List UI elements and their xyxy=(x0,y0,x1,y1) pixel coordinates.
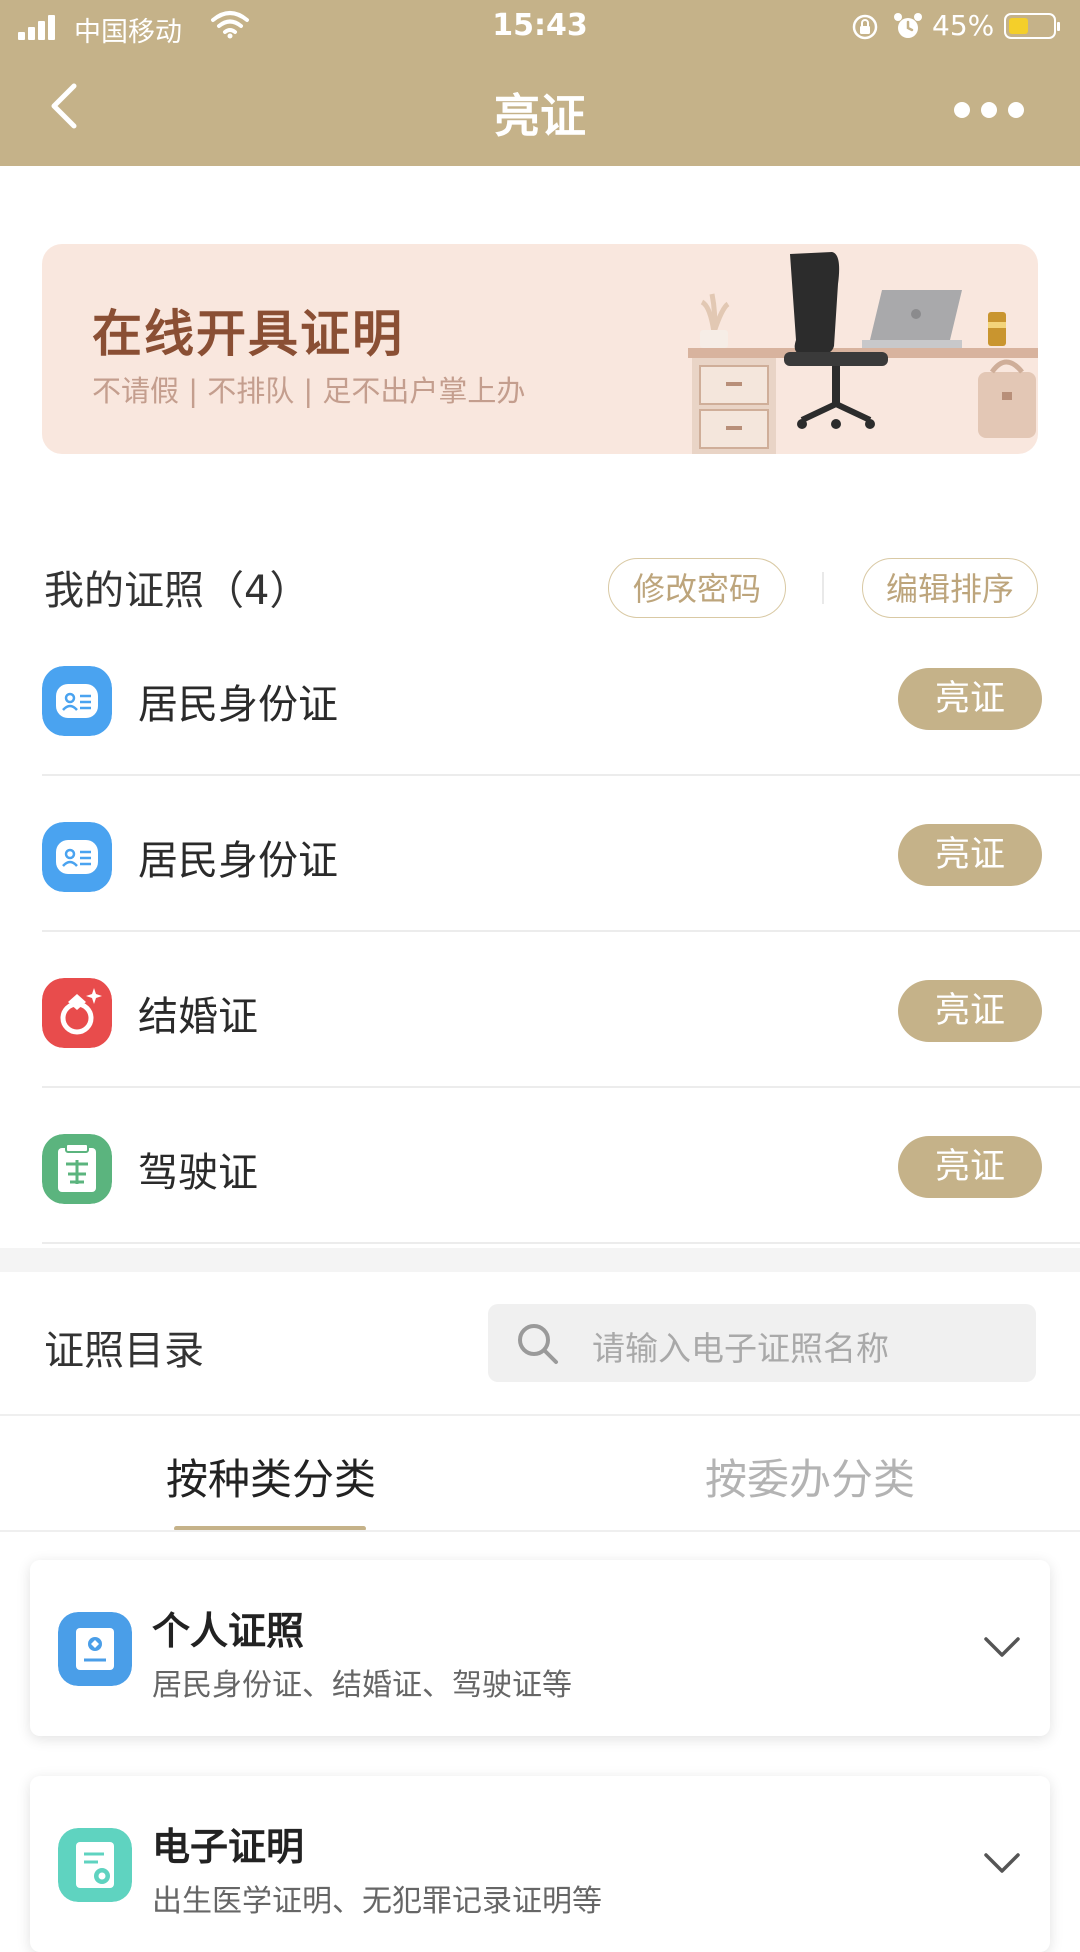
category-title: 个人证照 xyxy=(152,1609,305,1653)
chevron-down-icon[interactable] xyxy=(982,1634,1022,1660)
category-description: 居民身份证、结婚证、驾驶证等 xyxy=(152,1668,572,1703)
search-icon xyxy=(518,1324,558,1364)
divider xyxy=(822,572,824,604)
category-card-personal[interactable]: 个人证照 居民身份证、结婚证、驾驶证等 xyxy=(30,1560,1050,1736)
battery-icon xyxy=(1004,13,1060,39)
alarm-icon xyxy=(894,13,922,38)
marriage-certificate-icon xyxy=(42,978,112,1048)
driving-license-icon xyxy=(42,1134,112,1204)
page-title: 亮证 xyxy=(494,89,586,143)
category-title: 电子证明 xyxy=(152,1825,305,1869)
id-card-icon xyxy=(42,666,112,736)
banner-title: 在线开具证明 xyxy=(92,305,404,363)
license-name: 居民身份证 xyxy=(138,682,338,728)
catalog-title: 证照目录 xyxy=(44,1328,204,1374)
chevron-down-icon[interactable] xyxy=(982,1850,1022,1876)
battery-percent: 45% xyxy=(932,9,995,42)
online-certificate-banner[interactable]: 在线开具证明 不请假 | 不排队 | 足不出户掌上办 xyxy=(42,244,1038,454)
search-input[interactable]: 请输入电子证照名称 xyxy=(488,1304,1036,1382)
personal-license-icon xyxy=(58,1612,132,1686)
banner-subtitle: 不请假 | 不排队 | 足不出户掌上办 xyxy=(92,374,526,408)
category-description: 出生医学证明、无犯罪记录证明等 xyxy=(152,1884,602,1919)
show-license-button[interactable]: 亮证 xyxy=(898,824,1042,886)
office-desk-illustration xyxy=(688,252,1038,454)
license-row-id-card-1[interactable]: 居民身份证 亮证 xyxy=(42,620,1080,776)
license-row-marriage[interactable]: 结婚证 亮证 xyxy=(42,932,1080,1088)
edit-order-button[interactable]: 编辑排序 xyxy=(862,558,1038,618)
more-button[interactable] xyxy=(954,102,1024,118)
license-name: 驾驶证 xyxy=(138,1150,258,1196)
license-row-id-card-2[interactable]: 居民身份证 亮证 xyxy=(42,776,1080,932)
top-bar: 中国移动 15:43 45% 亮证 xyxy=(0,0,1080,166)
tab-by-type[interactable]: 按种类分类 xyxy=(140,1446,402,1507)
orientation-lock-icon xyxy=(852,14,878,40)
e-certificate-icon xyxy=(58,1828,132,1902)
show-license-button[interactable]: 亮证 xyxy=(898,1136,1042,1198)
status-bar: 中国移动 15:43 45% xyxy=(0,0,1080,52)
show-license-button[interactable]: 亮证 xyxy=(898,980,1042,1042)
license-row-driving[interactable]: 驾驶证 亮证 xyxy=(42,1088,1080,1244)
divider xyxy=(0,1530,1080,1532)
divider xyxy=(0,1414,1080,1416)
search-placeholder: 请输入电子证照名称 xyxy=(592,1329,889,1368)
category-card-e-certificate[interactable]: 电子证明 出生医学证明、无犯罪记录证明等 xyxy=(30,1776,1050,1952)
my-licenses-title: 我的证照（4） xyxy=(44,568,310,614)
tab-by-department[interactable]: 按委办分类 xyxy=(690,1446,930,1507)
id-card-icon xyxy=(42,822,112,892)
section-gap xyxy=(0,1248,1080,1272)
change-password-button[interactable]: 修改密码 xyxy=(608,558,786,618)
license-name: 结婚证 xyxy=(138,994,258,1040)
license-name: 居民身份证 xyxy=(138,838,338,884)
show-license-button[interactable]: 亮证 xyxy=(898,668,1042,730)
